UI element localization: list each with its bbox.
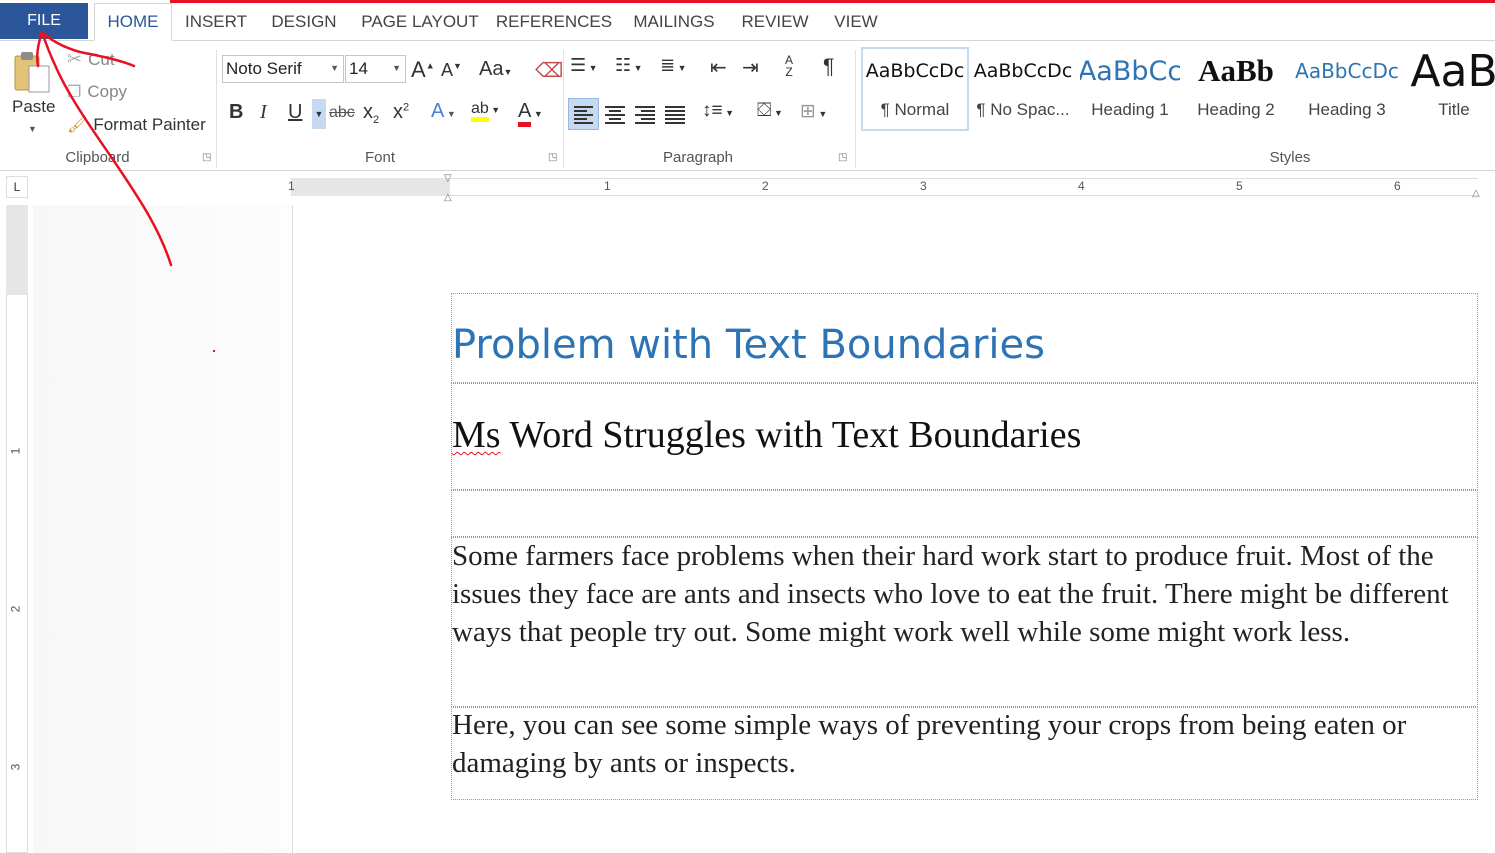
decrease-indent-icon[interactable]: ⇤ <box>710 55 727 80</box>
underline-dropdown-icon[interactable]: ▼ <box>312 99 326 129</box>
ruler-number: 2 <box>762 179 769 193</box>
numbering-icon[interactable]: ☷ ▼ <box>615 55 643 76</box>
left-indent-marker[interactable]: △ <box>444 192 452 203</box>
ruler-number: 5 <box>1236 179 1243 193</box>
bullets-icon[interactable]: ☰ ▼ <box>570 55 598 76</box>
borders-icon[interactable]: ⊞ ▼ <box>800 100 827 123</box>
style-no-spacing[interactable]: AaBbCcDc ¶ No Spac... <box>970 50 1076 130</box>
annotation-arrow <box>35 30 173 267</box>
paragraph-group-label: Paragraph <box>662 149 734 166</box>
font-launcher-icon[interactable]: ◳ <box>548 152 557 163</box>
document-title[interactable]: Problem with Text Boundaries <box>452 322 1045 368</box>
document-subtitle[interactable]: Ms Word Struggles with Text Boundaries <box>452 413 1081 457</box>
style-heading-2[interactable]: AaBb Heading 2 <box>1186 50 1286 130</box>
vertical-ruler[interactable] <box>6 205 28 853</box>
align-right-icon[interactable] <box>632 99 658 134</box>
ruler-number: 3 <box>920 179 927 193</box>
ruler-number: 3 <box>8 763 23 771</box>
tab-view[interactable]: VIEW <box>822 3 890 40</box>
align-left-button[interactable] <box>568 98 599 130</box>
group-divider <box>563 50 564 168</box>
sort-icon[interactable]: AZ <box>785 54 793 78</box>
align-center-icon[interactable] <box>602 99 628 134</box>
text-boundary-empty <box>451 490 1478 537</box>
right-indent-marker[interactable]: △ <box>1472 188 1480 199</box>
tab-page-layout[interactable]: PAGE LAYOUT <box>352 3 488 40</box>
increase-indent-icon[interactable]: ⇥ <box>742 55 759 80</box>
tab-review[interactable]: REVIEW <box>732 3 818 40</box>
spelling-flagged-word[interactable]: Ms <box>452 414 501 456</box>
clear-formatting-icon[interactable]: ⌫ <box>535 58 563 83</box>
ruler-number: 4 <box>1078 179 1085 193</box>
ruler-number: 1 <box>8 447 23 455</box>
ruler-number: 6 <box>1394 179 1401 193</box>
superscript-button[interactable]: x2 <box>393 101 409 124</box>
grow-font-button[interactable]: A▲ <box>411 57 435 83</box>
style-heading-1[interactable]: AaBbCc Heading 1 <box>1080 50 1180 130</box>
style-normal[interactable]: AaBbCcDc ¶ Normal <box>863 50 967 130</box>
style-heading-3[interactable]: AaBbCcDc Heading 3 <box>1294 50 1400 130</box>
strikethrough-button[interactable]: abc <box>329 104 355 122</box>
shading-icon[interactable]: ⛋ ▼ <box>757 100 783 122</box>
chevron-down-icon: ▼ <box>392 63 401 73</box>
chevron-down-icon: ▼ <box>330 63 339 73</box>
paragraph-launcher-icon[interactable]: ◳ <box>838 152 847 163</box>
text-effects-button[interactable]: A ▼ <box>431 100 456 123</box>
tab-mailings[interactable]: MAILINGS <box>620 3 728 40</box>
font-color-button[interactable]: A ▼ <box>518 100 543 127</box>
font-size-combo[interactable]: 14 ▼ <box>345 55 406 83</box>
ruler-number: 1 <box>604 179 611 193</box>
subscript-button[interactable]: x2 <box>363 101 379 126</box>
ruler-number: 2 <box>8 605 23 613</box>
annotation-dot <box>213 350 215 352</box>
multilevel-list-icon[interactable]: ≣ ▼ <box>660 55 687 76</box>
document-paragraph-1[interactable]: Some farmers face problems when their ha… <box>452 537 1477 651</box>
font-size-value: 14 <box>349 59 368 78</box>
highlight-color-button[interactable]: ab ▼ <box>471 100 500 122</box>
document-paragraph-2[interactable]: Here, you can see some simple ways of pr… <box>452 706 1477 782</box>
justify-icon[interactable] <box>662 99 688 134</box>
navigation-pane <box>33 205 293 853</box>
subtitle-rest: Word Struggles with Text Boundaries <box>500 414 1082 456</box>
style-title[interactable]: AaB Title <box>1404 50 1495 130</box>
tab-references[interactable]: REFERENCES <box>492 3 616 40</box>
change-case-button[interactable]: Aa▼ <box>479 58 512 81</box>
styles-group-label: Styles <box>1269 149 1311 166</box>
show-formatting-button[interactable]: ¶ <box>823 55 834 79</box>
group-divider <box>855 50 856 168</box>
line-spacing-icon[interactable]: ↕≡ ▼ <box>702 100 734 122</box>
shrink-font-button[interactable]: A▼ <box>441 60 462 81</box>
first-line-indent-marker[interactable]: ▽ <box>444 173 452 184</box>
